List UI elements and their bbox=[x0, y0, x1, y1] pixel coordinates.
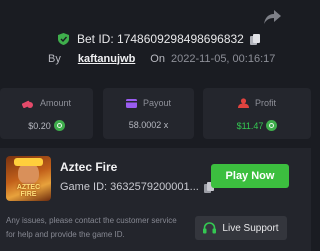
stat-card-profit: Profit $11.47 bbox=[203, 88, 311, 139]
username-link[interactable]: kaftanujwb bbox=[78, 53, 135, 65]
shield-check-icon bbox=[58, 33, 69, 45]
stat-value-amount: $0.20 bbox=[28, 120, 51, 131]
thumbnail-logo: AZTEC FIRE bbox=[16, 184, 41, 198]
bet-id-label: Bet ID: bbox=[77, 32, 114, 46]
bet-details-header: Bet ID: 1748609298498696832 By kaftanujw… bbox=[0, 0, 311, 76]
game-id-row: Game ID: 3632579200001... bbox=[60, 180, 214, 194]
stat-card-payout: Payout 58.0002 x bbox=[103, 88, 194, 139]
coin-icon bbox=[53, 120, 65, 131]
headset-icon bbox=[203, 222, 217, 234]
aztec-fire-thumbnail[interactable]: AZTEC FIRE bbox=[6, 156, 51, 201]
play-now-button[interactable]: Play Now bbox=[211, 164, 289, 188]
bet-id-value: 1748609298498696832 bbox=[117, 32, 244, 46]
stat-value-profit: $11.47 bbox=[236, 120, 264, 131]
author-row: By kaftanujwb On 2022-11-05, 00:16:17 bbox=[48, 51, 275, 66]
stat-label-payout: Payout bbox=[142, 98, 172, 108]
game-id-text: Game ID: 3632579200001... bbox=[60, 181, 199, 193]
stat-card-amount: Amount $0.20 bbox=[0, 88, 93, 139]
copy-icon[interactable] bbox=[249, 33, 260, 45]
share-arrow-icon[interactable] bbox=[262, 8, 282, 26]
on-label: On bbox=[150, 52, 165, 65]
stat-label-amount: Amount bbox=[39, 98, 72, 108]
stat-label-profit: Profit bbox=[254, 98, 276, 108]
stat-value-payout: 58.0002 x bbox=[128, 120, 169, 130]
coin-icon bbox=[266, 120, 278, 131]
bet-id-row: Bet ID: 1748609298498696832 bbox=[58, 31, 260, 47]
live-support-button[interactable]: Live Support bbox=[195, 216, 287, 240]
card-icon bbox=[125, 98, 137, 108]
support-info-text: Any issues, please contact the customer … bbox=[6, 216, 177, 239]
live-support-label: Live Support bbox=[222, 222, 279, 234]
bet-timestamp: 2022-11-05, 00:16:17 bbox=[170, 52, 276, 65]
chart-bars-icon bbox=[237, 98, 249, 108]
bet-stats: Amount $0.20 Payout 58.0002 x Profit $11… bbox=[0, 88, 311, 139]
game-title: Aztec Fire bbox=[60, 160, 118, 174]
game-panel: AZTEC FIRE Aztec Fire Game ID: 363257920… bbox=[0, 148, 311, 251]
by-label: By bbox=[48, 52, 61, 65]
money-stack-icon bbox=[21, 100, 33, 108]
